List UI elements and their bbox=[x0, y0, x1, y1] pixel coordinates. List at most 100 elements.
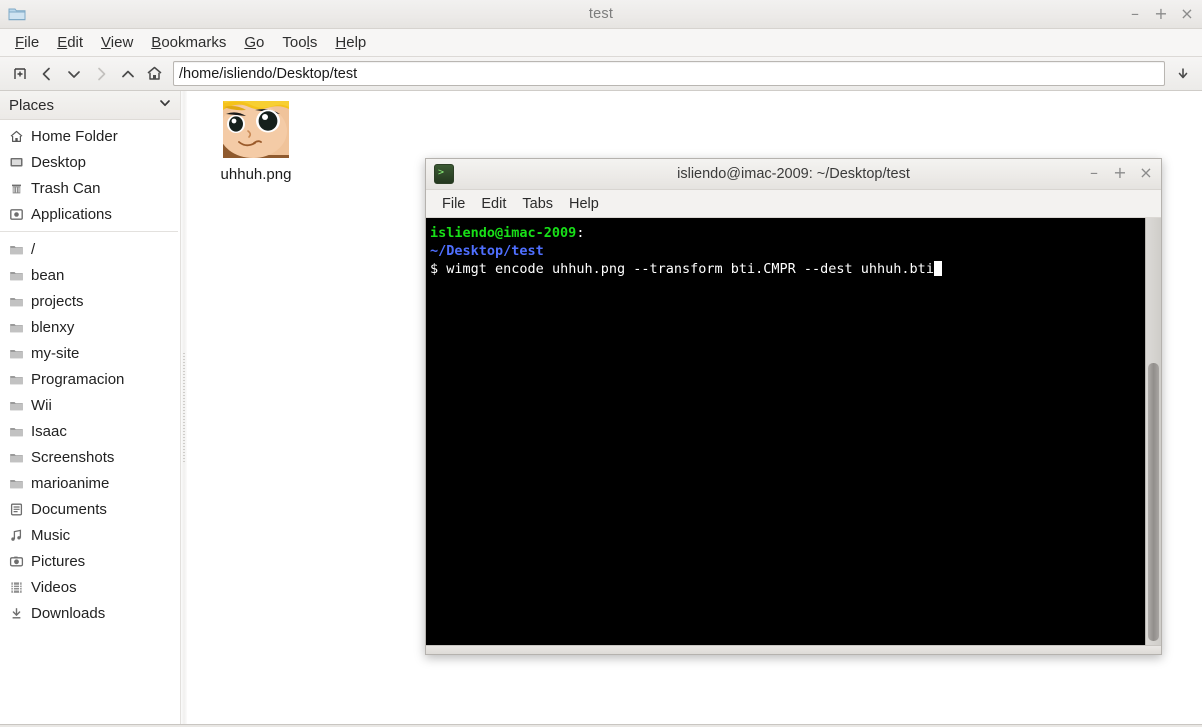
sidebar-item-screenshots[interactable]: Screenshots bbox=[0, 444, 180, 470]
terminal-prompt-symbol: $ bbox=[430, 261, 439, 277]
sidebar-item-videos[interactable]: Videos bbox=[0, 574, 180, 600]
terminal-main: isliendo@imac-2009: ~/Desktop/test $ wim… bbox=[426, 218, 1161, 645]
sidebar-item-root[interactable]: / bbox=[0, 236, 180, 262]
sidebar-item-trash-can[interactable]: Trash Can bbox=[0, 175, 180, 201]
minimize-button[interactable]: – bbox=[1128, 6, 1142, 22]
menu-bookmarks-rest: ookmarks bbox=[161, 34, 227, 51]
file-manager-titlebar[interactable]: test – + × bbox=[0, 0, 1202, 29]
sidebar-item-label: / bbox=[31, 240, 36, 258]
terminal-window-controls: – + × bbox=[1087, 159, 1153, 187]
sidebar-item-label: bean bbox=[31, 266, 65, 284]
go-down-icon[interactable] bbox=[1169, 60, 1196, 87]
sidebar-item-bean[interactable]: bean bbox=[0, 262, 180, 288]
terminal-prompt-line-2: ~/Desktop/test bbox=[430, 242, 1145, 260]
menu-bookmarks[interactable]: Bookmarks bbox=[142, 32, 235, 53]
sidebar-item-label: Screenshots bbox=[31, 448, 115, 466]
toolbar: /home/isliendo/Desktop/test bbox=[0, 57, 1202, 91]
terminal-user-host: isliendo@imac-2009 bbox=[430, 225, 577, 241]
terminal-command-line: $ wimgt encode uhhuh.png --transform bti… bbox=[430, 260, 1145, 278]
home-icon bbox=[8, 128, 24, 144]
history-dropdown-icon[interactable] bbox=[60, 60, 87, 87]
chevron-down-icon[interactable] bbox=[158, 96, 172, 114]
menu-edit-rest: dit bbox=[67, 34, 84, 51]
menu-view[interactable]: View bbox=[92, 32, 142, 53]
sidebar-item-documents[interactable]: Documents bbox=[0, 496, 180, 522]
page-title: test bbox=[588, 6, 614, 22]
menu-tools[interactable]: Tools bbox=[273, 32, 326, 53]
terminal-menu-tabs[interactable]: Tabs bbox=[514, 194, 561, 214]
terminal-menu-file[interactable]: File bbox=[434, 194, 473, 214]
downloads-icon bbox=[8, 605, 24, 621]
menu-help[interactable]: Help bbox=[326, 32, 375, 53]
sidebar-item-pictures[interactable]: Pictures bbox=[0, 548, 180, 574]
folder-icon bbox=[8, 241, 24, 257]
home-icon[interactable] bbox=[141, 60, 168, 87]
terminal-maximize-button[interactable]: + bbox=[1113, 165, 1127, 181]
terminal-icon bbox=[434, 164, 454, 184]
sidebar-item-blenxy[interactable]: blenxy bbox=[0, 314, 180, 340]
sidebar-item-label: Downloads bbox=[31, 604, 106, 622]
terminal-scrollbar[interactable] bbox=[1145, 218, 1161, 645]
sidebar-item-projects[interactable]: projects bbox=[0, 288, 180, 314]
file-item-uhhuh-png[interactable]: uhhuh.png bbox=[201, 101, 311, 183]
back-icon[interactable] bbox=[33, 60, 60, 87]
sidebar-item-applications[interactable]: Applications bbox=[0, 201, 180, 227]
places-header[interactable]: Places bbox=[0, 91, 180, 120]
sidebar-item-wii[interactable]: Wii bbox=[0, 392, 180, 418]
sidebar-separator bbox=[0, 231, 178, 232]
menu-go[interactable]: Go bbox=[235, 32, 273, 53]
terminal-close-button[interactable]: × bbox=[1139, 165, 1153, 181]
up-icon[interactable] bbox=[114, 60, 141, 87]
terminal-screen[interactable]: isliendo@imac-2009: ~/Desktop/test $ wim… bbox=[426, 218, 1145, 645]
sidebar-item-downloads[interactable]: Downloads bbox=[0, 600, 180, 626]
terminal-menu-edit[interactable]: Edit bbox=[473, 194, 514, 214]
places-sidebar: Places Home Folder Desktop Trash Can App… bbox=[0, 91, 181, 724]
pictures-icon bbox=[8, 553, 24, 569]
folder-icon bbox=[8, 319, 24, 335]
videos-icon bbox=[8, 579, 24, 595]
cartoon-face-thumbnail bbox=[223, 101, 289, 158]
menu-file[interactable]: File bbox=[6, 32, 48, 53]
sidebar-item-label: Applications bbox=[31, 205, 112, 223]
terminal-menu-help[interactable]: Help bbox=[561, 194, 607, 214]
close-button[interactable]: × bbox=[1180, 6, 1194, 22]
menubar: File Edit View Bookmarks Go Tools Help bbox=[0, 29, 1202, 57]
forward-icon bbox=[87, 60, 114, 87]
places-header-label: Places bbox=[9, 96, 55, 114]
sidebar-item-label: blenxy bbox=[31, 318, 75, 336]
sidebar-item-marioanime[interactable]: marioanime bbox=[0, 470, 180, 496]
sidebar-item-home-folder[interactable]: Home Folder bbox=[0, 123, 180, 149]
sidebar-item-label: Trash Can bbox=[31, 179, 101, 197]
terminal-minimize-button[interactable]: – bbox=[1087, 165, 1101, 181]
terminal-window: isliendo@imac-2009: ~/Desktop/test – + ×… bbox=[425, 158, 1162, 655]
sidebar-item-label: Videos bbox=[31, 578, 77, 596]
terminal-prompt-colon: : bbox=[576, 225, 585, 241]
new-tab-icon[interactable] bbox=[6, 60, 33, 87]
menu-tools-post: s bbox=[309, 34, 318, 51]
terminal-title: isliendo@imac-2009: ~/Desktop/test bbox=[677, 166, 910, 182]
terminal-titlebar[interactable]: isliendo@imac-2009: ~/Desktop/test – + × bbox=[426, 159, 1161, 190]
sidebar-item-music[interactable]: Music bbox=[0, 522, 180, 548]
menu-edit[interactable]: Edit bbox=[48, 32, 92, 53]
folder-icon bbox=[8, 397, 24, 413]
terminal-resize-grip[interactable] bbox=[426, 645, 1161, 654]
sidebar-item-label: Desktop bbox=[31, 153, 87, 171]
menu-help-rest: elp bbox=[346, 34, 367, 51]
sidebar-item-label: projects bbox=[31, 292, 84, 310]
sidebar-item-my-site[interactable]: my-site bbox=[0, 340, 180, 366]
documents-icon bbox=[8, 501, 24, 517]
path-input-value: /home/isliendo/Desktop/test bbox=[179, 65, 358, 82]
sidebar-item-desktop[interactable]: Desktop bbox=[0, 149, 180, 175]
window-controls: – + × bbox=[1128, 0, 1194, 28]
maximize-button[interactable]: + bbox=[1154, 6, 1168, 22]
sidebar-item-label: Documents bbox=[31, 500, 107, 518]
sidebar-item-programacion[interactable]: Programacion bbox=[0, 366, 180, 392]
menu-go-rest: o bbox=[256, 34, 265, 51]
path-input[interactable]: /home/isliendo/Desktop/test bbox=[173, 61, 1165, 86]
desktop-icon bbox=[8, 154, 24, 170]
sidebar-item-isaac[interactable]: Isaac bbox=[0, 418, 180, 444]
sidebar-item-label: Programacion bbox=[31, 370, 125, 388]
places-list: Home Folder Desktop Trash Can Applicatio… bbox=[0, 120, 180, 724]
terminal-scrollbar-thumb[interactable] bbox=[1148, 363, 1159, 641]
terminal-cursor bbox=[933, 261, 942, 276]
